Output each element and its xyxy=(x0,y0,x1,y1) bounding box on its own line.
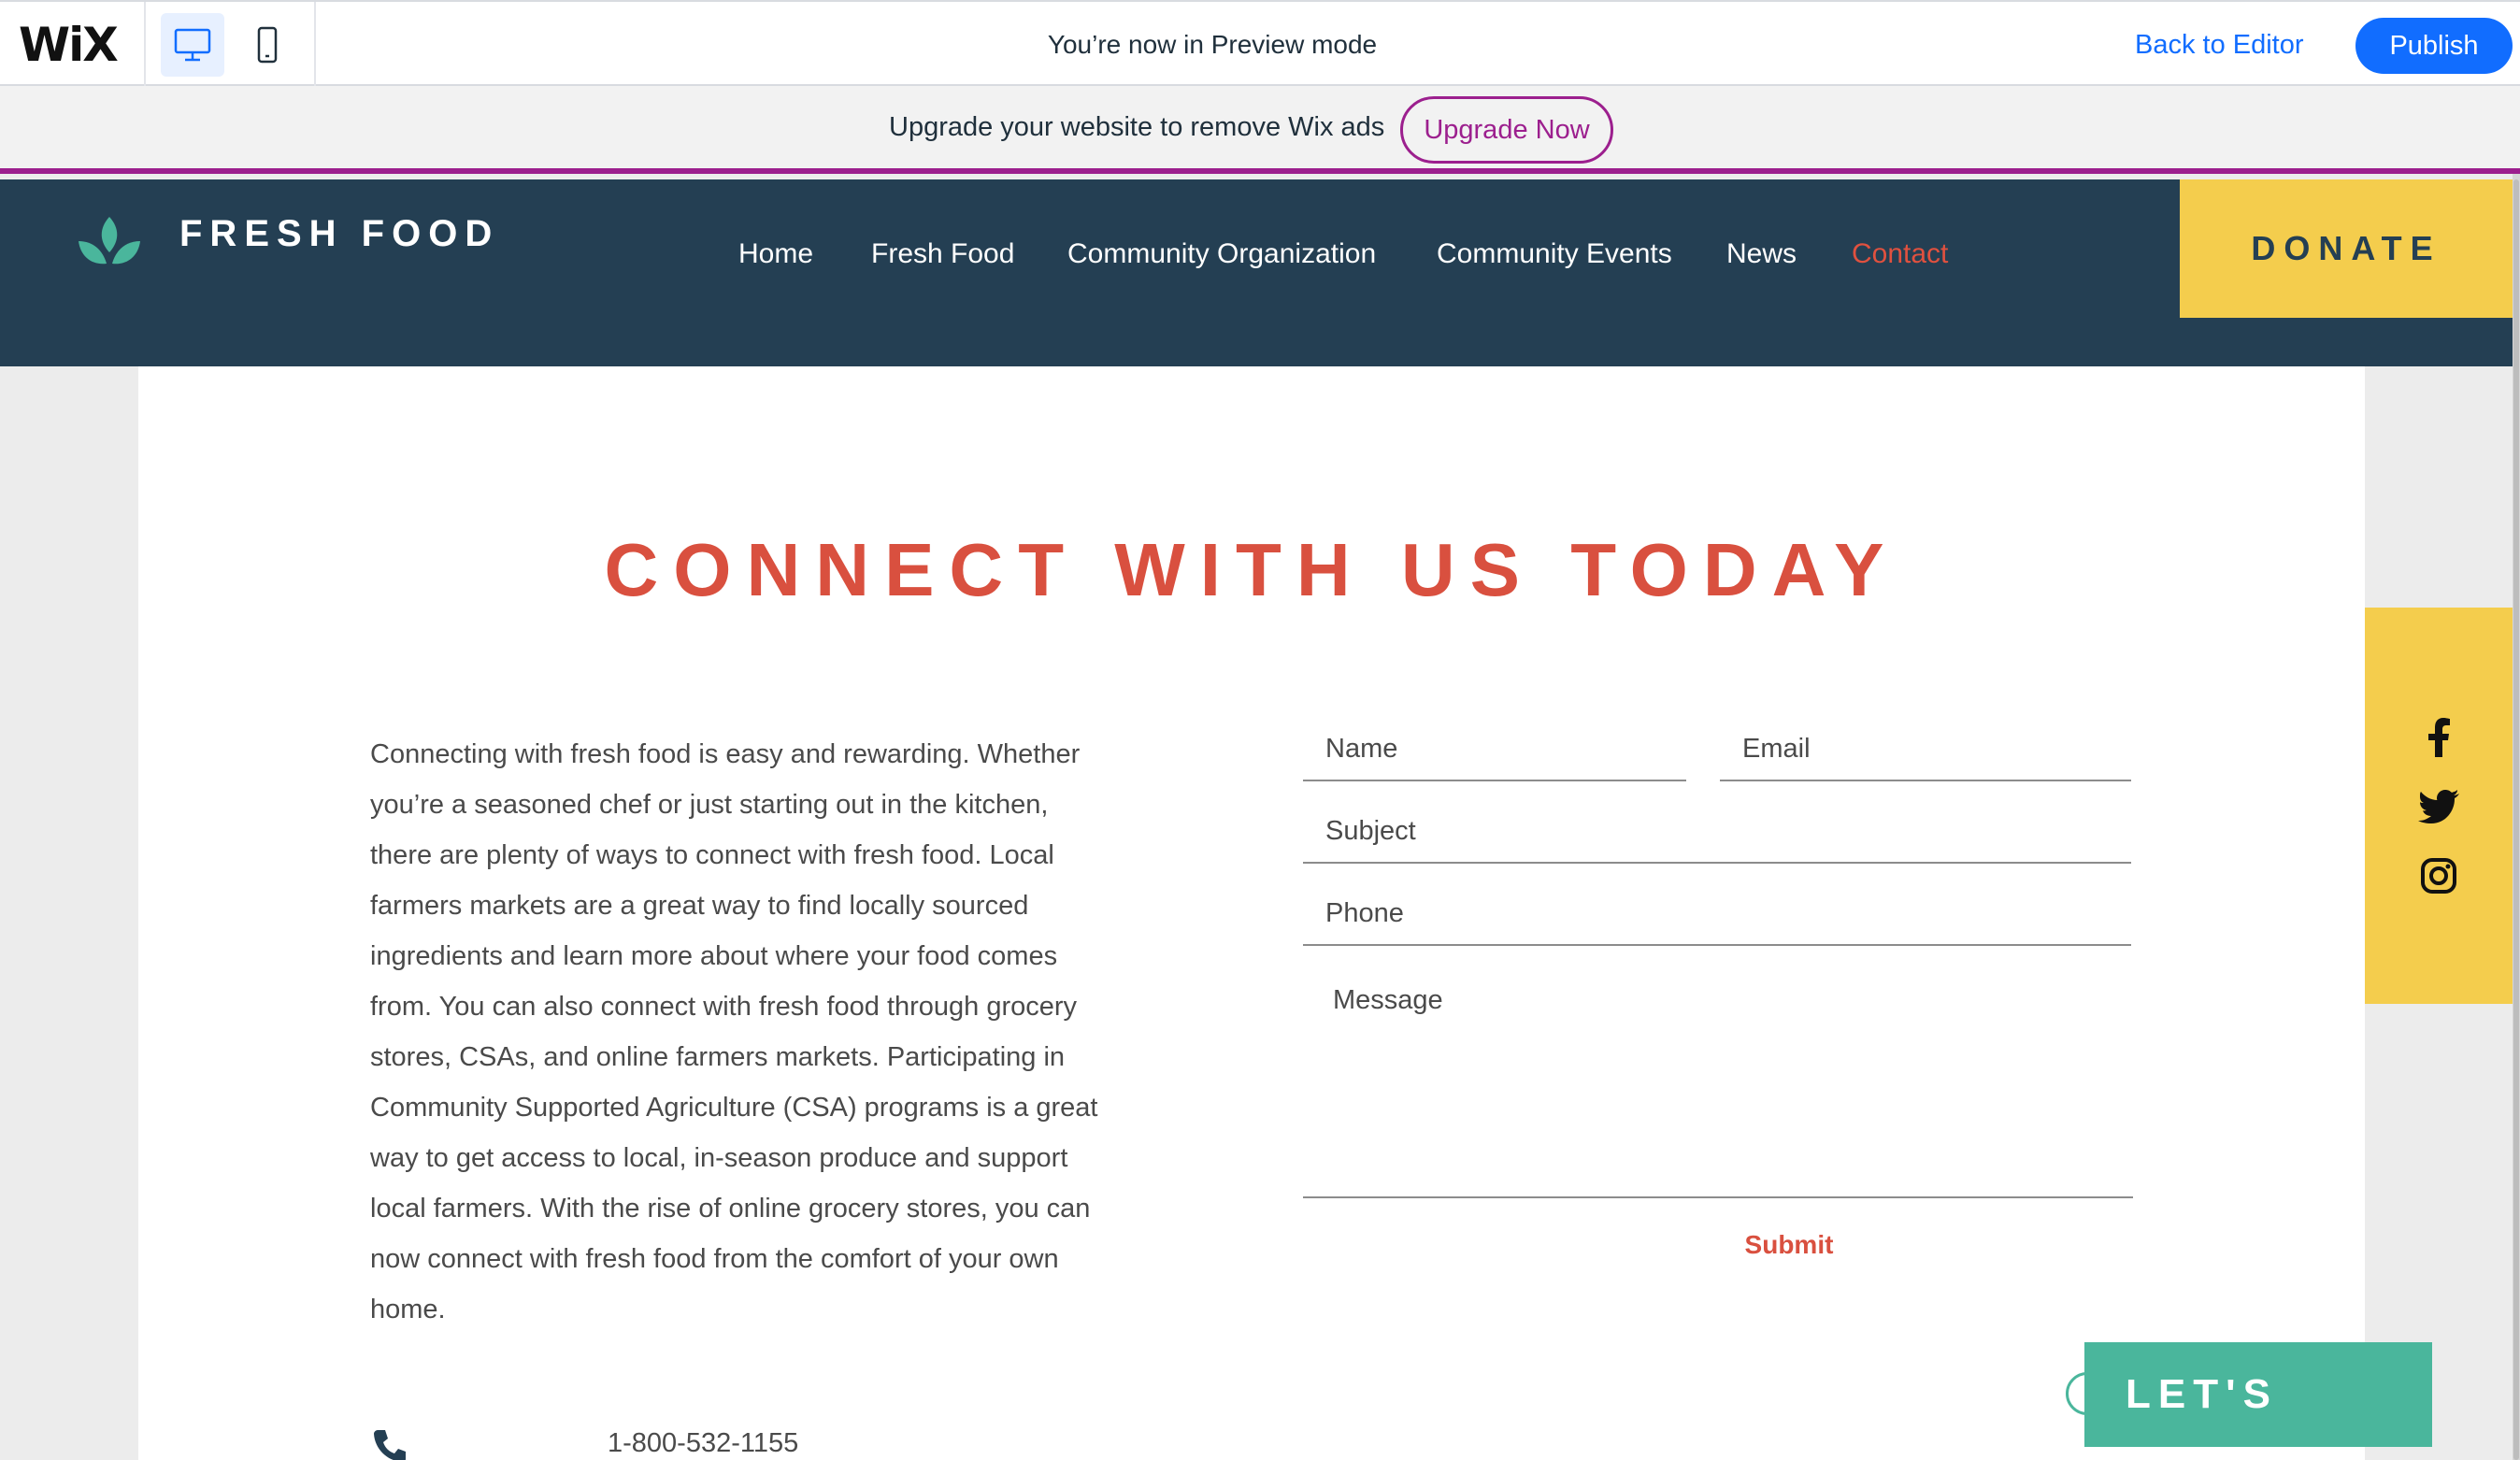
facebook-icon[interactable] xyxy=(2417,716,2460,759)
subject-field[interactable] xyxy=(1303,800,2131,864)
site-header: FRESH FOOD Home Fresh Food Community Org… xyxy=(0,179,2513,366)
scrollbar-thumb[interactable] xyxy=(2513,179,2519,1460)
phone-input[interactable] xyxy=(1303,882,2131,944)
nav-item-news[interactable]: News xyxy=(1726,232,1797,277)
donate-button[interactable]: DONATE xyxy=(2180,179,2513,318)
name-field[interactable] xyxy=(1303,718,1686,781)
nav-item-home[interactable]: Home xyxy=(738,232,813,277)
nav-item-community-organization[interactable]: Community Organization xyxy=(1067,232,1376,277)
message-field[interactable] xyxy=(1303,965,2133,1198)
leaf-logo-icon xyxy=(79,217,140,265)
phone-icon xyxy=(374,1430,406,1460)
email-field[interactable] xyxy=(1720,718,2131,781)
subject-input[interactable] xyxy=(1303,800,2131,862)
nav-item-contact[interactable]: Contact xyxy=(1852,232,1948,277)
site-brand-name[interactable]: FRESH FOOD xyxy=(179,208,499,260)
nav-item-fresh-food[interactable]: Fresh Food xyxy=(871,232,1014,277)
wix-preview-toolbar: WiX You’re now in Preview mode Back to E… xyxy=(0,0,2520,86)
submit-button[interactable]: Submit xyxy=(1677,1224,1901,1266)
preview-mode-message: You’re now in Preview mode xyxy=(1047,30,1378,59)
email-input[interactable] xyxy=(1720,718,2131,780)
wix-ads-banner: Upgrade your website to remove Wix ads U… xyxy=(0,86,2520,174)
phone-field[interactable] xyxy=(1303,882,2131,946)
instagram-icon[interactable] xyxy=(2417,854,2460,897)
page-title: CONNECT WITH US TODAY xyxy=(604,528,1899,611)
name-input[interactable] xyxy=(1303,718,1686,780)
upgrade-now-button[interactable]: Upgrade Now xyxy=(1400,96,1613,164)
social-bar xyxy=(2365,608,2513,1004)
nav-item-community-events[interactable]: Community Events xyxy=(1437,232,1672,277)
back-to-editor-link[interactable]: Back to Editor xyxy=(2135,26,2304,64)
phone-number[interactable]: 1-800-532-1155 xyxy=(608,1423,798,1460)
intro-paragraph: Connecting with fresh food is easy and r… xyxy=(370,739,1098,1324)
ads-message: Upgrade your website to remove Wix ads xyxy=(889,112,1385,142)
content-section: CONNECT WITH US TODAY Connecting with fr… xyxy=(138,366,2365,1460)
message-textarea[interactable] xyxy=(1303,965,2133,1196)
publish-button[interactable]: Publish xyxy=(2355,18,2513,74)
lets-chat-button[interactable]: LET'S CHAT! xyxy=(2084,1342,2432,1447)
twitter-icon[interactable] xyxy=(2417,785,2460,828)
